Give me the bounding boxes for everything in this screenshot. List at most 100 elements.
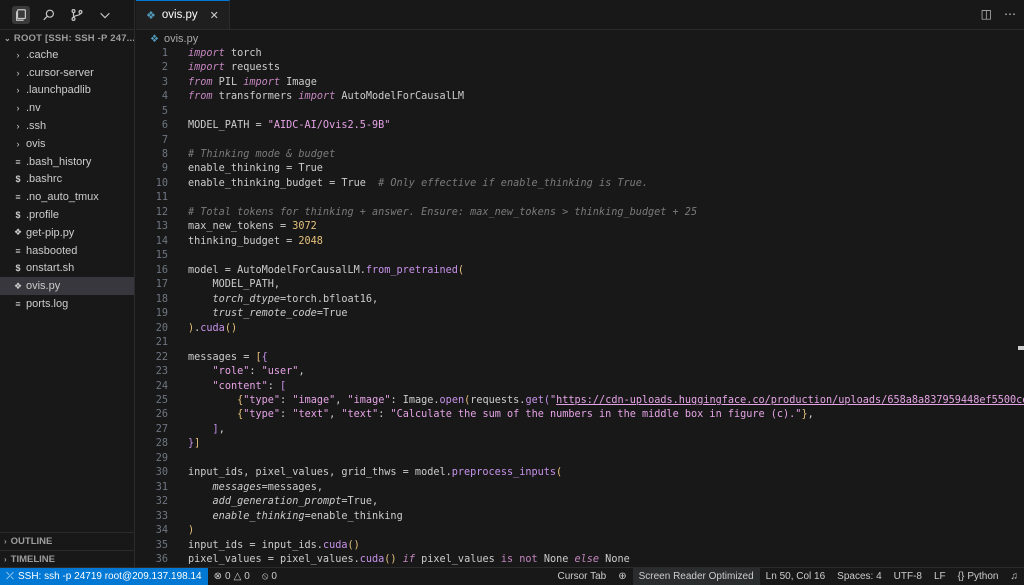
- explorer-root[interactable]: ⌄ ROOT [SSH: SSH -P 247...: [0, 30, 134, 46]
- file-tree-item[interactable]: $ .profile: [0, 206, 134, 224]
- code-line[interactable]: 13 max_new_tokens = 3072: [136, 220, 1024, 234]
- file-tree-item[interactable]: ≡ .no_auto_tmux: [0, 188, 134, 206]
- code-line[interactable]: 25 {"type": "image", "image": Image.open…: [136, 393, 1024, 407]
- code-editor[interactable]: 1 import torch 2 import requests 3 from PIL i…: [136, 46, 1024, 567]
- chevron-right-icon: ›: [16, 85, 20, 96]
- encoding-item[interactable]: UTF-8: [888, 571, 928, 582]
- code-line[interactable]: 6 MODEL_PATH = "AIDC-AI/Ovis2.5-9B": [136, 118, 1024, 132]
- file-tree-label: .bashrc: [26, 173, 63, 186]
- code-line[interactable]: 8 # Thinking mode & budget: [136, 147, 1024, 161]
- code-line[interactable]: 29: [136, 451, 1024, 465]
- code-line[interactable]: 32 add_generation_prompt=True,: [136, 495, 1024, 509]
- code-line[interactable]: 14 thinking_budget = 2048: [136, 234, 1024, 248]
- code-line[interactable]: 21: [136, 335, 1024, 349]
- code-line[interactable]: 5: [136, 104, 1024, 118]
- code-line[interactable]: 7: [136, 133, 1024, 147]
- line-number: 18: [155, 293, 168, 305]
- file-tree-label: .nv: [26, 102, 41, 115]
- code-line[interactable]: 16 model = AutoModelForCausalLM.from_pret…: [136, 263, 1024, 277]
- code-line[interactable]: 10 enable_thinking_budget = True # Only e…: [136, 176, 1024, 190]
- line-number: 14: [155, 235, 168, 247]
- file-tree-label: get-pip.py: [26, 226, 75, 239]
- ports-indicator[interactable]: ⦸ 0: [256, 571, 283, 582]
- code-line[interactable]: 28}]: [136, 437, 1024, 451]
- code-line[interactable]: 17 MODEL_PATH,: [136, 278, 1024, 292]
- scrollbar-marker[interactable]: [1018, 346, 1024, 350]
- remote-indicator[interactable]: ⤫ SSH: ssh -p 24719 root@209.137.198.14: [0, 568, 208, 585]
- code-line[interactable]: 11: [136, 191, 1024, 205]
- code-line[interactable]: 19 trust_remote_code=True: [136, 306, 1024, 320]
- code-line[interactable]: 3 from PIL import Image: [136, 75, 1024, 89]
- file-tree-item[interactable]: $ onstart.sh: [0, 260, 134, 278]
- line-number: 26: [155, 409, 168, 421]
- file-tree-item[interactable]: › ovis: [0, 135, 134, 153]
- line-number: 17: [155, 279, 168, 291]
- code-line[interactable]: 20).cuda(): [136, 321, 1024, 335]
- chevron-down-icon: ⌄: [4, 33, 11, 43]
- chevron-right-icon: ›: [4, 555, 7, 564]
- file-tree-label: onstart.sh: [26, 262, 75, 275]
- explorer-icon[interactable]: [12, 5, 30, 24]
- file-tree-item[interactable]: › .cache: [0, 46, 134, 64]
- line-number: 30: [155, 467, 168, 479]
- more-actions-icon[interactable]: ⋯: [1004, 7, 1016, 21]
- code-line[interactable]: 26 {"type": "text", "text": "Calculate t…: [136, 408, 1024, 422]
- cursor-position[interactable]: Ln 50, Col 16: [760, 571, 832, 582]
- breadcrumb-file[interactable]: ovis.py: [164, 33, 198, 45]
- code-line[interactable]: 36 pixel_values = pixel_values.cuda() if …: [136, 552, 1024, 566]
- file-tree-item[interactable]: ❖ get-pip.py: [0, 224, 134, 242]
- file-tree-item[interactable]: ≡ ports.log: [0, 295, 134, 313]
- code-line[interactable]: 2 import requests: [136, 60, 1024, 74]
- code-line[interactable]: 1 import torch: [136, 46, 1024, 60]
- eol-item[interactable]: LF: [928, 571, 952, 582]
- code-line[interactable]: 12 # Total tokens for thinking + answer. …: [136, 205, 1024, 219]
- file-tree-item[interactable]: › .launchpadlib: [0, 82, 134, 100]
- code-line[interactable]: 9 enable_thinking = True: [136, 162, 1024, 176]
- file-tree-item[interactable]: ≡ hasbooted: [0, 242, 134, 260]
- file-tree-item[interactable]: $ .bashrc: [0, 171, 134, 189]
- cursor-tab-item[interactable]: Cursor Tab: [551, 571, 612, 582]
- code-line[interactable]: 33 enable_thinking=enable_thinking: [136, 509, 1024, 523]
- outline-section[interactable]: › OUTLINE: [0, 532, 135, 550]
- code-line[interactable]: 4 from transformers import AutoModelForCa…: [136, 89, 1024, 103]
- code-line[interactable]: 31 messages=messages,: [136, 480, 1024, 494]
- source-control-icon[interactable]: [68, 6, 86, 24]
- code-line[interactable]: 24 "content": [: [136, 379, 1024, 393]
- search-icon[interactable]: [40, 6, 58, 24]
- code-line[interactable]: 35 input_ids = input_ids.cuda(): [136, 538, 1024, 552]
- code-line[interactable]: 27 ],: [136, 422, 1024, 436]
- feedback-item[interactable]: ♫: [1005, 571, 1024, 582]
- code-text: ).cuda(): [188, 322, 238, 334]
- code-line[interactable]: 34): [136, 523, 1024, 537]
- split-editor-icon[interactable]: ◫: [981, 7, 992, 21]
- language-item[interactable]: {} Python: [952, 571, 1005, 582]
- file-tree-label: .cache: [26, 48, 59, 61]
- zoom-icon-item[interactable]: ⊕: [612, 571, 632, 582]
- code-line[interactable]: 18 torch_dtype=torch.bfloat16,: [136, 292, 1024, 306]
- chevron-right-icon: ›: [16, 138, 20, 149]
- code-line[interactable]: 30 input_ids, pixel_values, grid_thws = m…: [136, 466, 1024, 480]
- error-icon: ⊗: [213, 571, 222, 582]
- chevron-down-icon[interactable]: [96, 6, 114, 24]
- screen-reader-item[interactable]: Screen Reader Optimized: [632, 568, 760, 585]
- code-line[interactable]: 15: [136, 249, 1024, 263]
- code-line[interactable]: 22 messages = [{: [136, 350, 1024, 364]
- tab-ovis-py[interactable]: ❖ ovis.py ✕: [136, 0, 230, 29]
- timeline-section[interactable]: › TIMELINE: [0, 550, 135, 568]
- indentation-item[interactable]: Spaces: 4: [831, 571, 887, 582]
- code-line[interactable]: 23 "role": "user",: [136, 364, 1024, 378]
- close-icon[interactable]: ✕: [210, 9, 219, 22]
- code-text: enable_thinking = True: [188, 163, 323, 175]
- file-lines-icon: ≡: [15, 245, 21, 256]
- file-tree-item[interactable]: › .ssh: [0, 117, 134, 135]
- ports-count: 0: [271, 571, 277, 582]
- line-number: 27: [155, 423, 168, 435]
- file-tree-item[interactable]: ≡ .bash_history: [0, 153, 134, 171]
- code-text: from PIL import Image: [188, 76, 317, 88]
- file-tree-item[interactable]: › .cursor-server: [0, 64, 134, 82]
- line-number: 34: [155, 525, 168, 537]
- file-tree-item[interactable]: ❖ ovis.py: [0, 277, 134, 296]
- error-count: 0: [225, 571, 231, 582]
- file-tree-item[interactable]: › .nv: [0, 99, 134, 117]
- problems-indicator[interactable]: ⊗ 0 △ 0: [208, 571, 256, 582]
